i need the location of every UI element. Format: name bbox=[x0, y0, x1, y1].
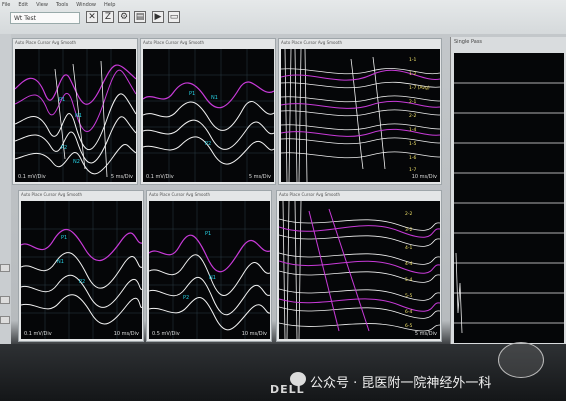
channel-label: 5-5 bbox=[405, 293, 412, 299]
trace-plot[interactable]: P1 N1 P2 0.1 mV/Div 10 ms/Div bbox=[20, 201, 143, 339]
trace-svg: P1 N1 P2 bbox=[148, 201, 271, 339]
channel-label: 1-6 bbox=[409, 155, 416, 161]
left-sidebar bbox=[0, 34, 11, 344]
cursor-label: P2 bbox=[205, 141, 211, 147]
time-scale: 10 ms/Div bbox=[241, 331, 267, 337]
wechat-icon bbox=[290, 372, 306, 386]
settings-icon[interactable]: ⚙ bbox=[118, 11, 130, 23]
time-scale: 5 ms/Div bbox=[248, 174, 271, 180]
panel-title: Auto Place Cursor Avg Smooth bbox=[281, 40, 342, 45]
cursor-label: P1 bbox=[59, 97, 65, 103]
evoked-potential-panel: Auto Place Cursor Avg Smooth P1 N1 P2 N2… bbox=[12, 38, 138, 185]
monitor-photo: File Edit View Tools Window Help Wt Test… bbox=[0, 0, 566, 401]
trace-plot[interactable]: P1 N1 P2 0.5 mV/Div 10 ms/Div bbox=[148, 201, 271, 339]
channel-label: 6-4 bbox=[405, 309, 412, 315]
sidebar-box[interactable] bbox=[0, 264, 10, 272]
channel-label: 2-2 bbox=[405, 211, 412, 217]
panel-title: Auto Place Cursor Avg Smooth bbox=[21, 192, 82, 197]
time-scale: 10 ms/Div bbox=[411, 174, 437, 180]
menu-item[interactable]: Help bbox=[102, 2, 117, 8]
time-scale: 10 ms/Div bbox=[113, 331, 139, 337]
cursor-label: P1 bbox=[61, 235, 67, 241]
channel-label: 1-2 bbox=[409, 71, 416, 77]
evoked-potential-panel: Auto Place Cursor Avg Smooth P1 N1 P2 0.… bbox=[146, 190, 272, 342]
trace-svg: P1 N1 P2 N2 bbox=[14, 49, 137, 182]
channel-label: 4-1 bbox=[405, 245, 412, 251]
trace-plot[interactable]: P1 N1 P2 N2 0.1 mV/Div 5 ms/Div bbox=[14, 49, 137, 182]
trace-svg: 1-1 1-2 1-7 (Avg) 2-1 2-2 1-4 1-5 1-6 1-… bbox=[280, 48, 441, 183]
test-select[interactable]: Wt Test bbox=[10, 12, 80, 24]
menu-item[interactable]: Tools bbox=[54, 2, 70, 8]
panel-title: Auto Place Cursor Avg Smooth bbox=[143, 40, 204, 45]
channel-label: 5-4 bbox=[405, 277, 412, 283]
sidebar-box[interactable] bbox=[0, 296, 10, 304]
amplitude-scale: 0.1 mV/Div bbox=[18, 174, 46, 180]
single-pass-window: Single Pass bbox=[450, 37, 566, 347]
zoom-icon[interactable]: Z bbox=[102, 11, 114, 23]
channel-label: 1-1 bbox=[409, 57, 416, 63]
amplitude-scale: 0.1 mV/Div bbox=[146, 174, 174, 180]
cursor-label: P1 bbox=[205, 231, 211, 237]
menu-item[interactable]: File bbox=[0, 2, 12, 8]
cursor-label: N1 bbox=[57, 259, 64, 265]
multichannel-panel: Auto Place Cursor Avg Smooth bbox=[276, 190, 442, 342]
menu-item[interactable]: Window bbox=[74, 2, 98, 8]
window-title: Single Pass bbox=[454, 39, 483, 45]
trace-svg: P1 N1 P2 bbox=[20, 201, 143, 339]
menu-item[interactable]: View bbox=[34, 2, 50, 8]
cursor-label: P2 bbox=[183, 295, 189, 301]
channel-label: 3-2 bbox=[405, 227, 412, 233]
cursor-label: P2 bbox=[61, 145, 67, 151]
cursor-label: P1 bbox=[189, 91, 195, 97]
channel-label: 1-5 bbox=[409, 141, 416, 147]
channel-label: 1-4 bbox=[409, 127, 416, 133]
multichannel-panel: Auto Place Cursor Avg Smooth bbox=[278, 38, 442, 185]
app-toolbar: File Edit View Tools Window Help Wt Test… bbox=[0, 0, 566, 34]
print-icon[interactable]: ▤ bbox=[134, 11, 146, 23]
channel-label: 6-5 bbox=[405, 323, 412, 329]
amplitude-scale: 0.5 mV/Div bbox=[152, 331, 180, 337]
trace-plot[interactable]: P1 N1 P2 0.1 mV/Div 5 ms/Div bbox=[142, 49, 275, 182]
sidebar-box[interactable] bbox=[0, 316, 10, 324]
cursor-label: N1 bbox=[75, 113, 82, 119]
evoked-potential-panel: Auto Place Cursor Avg Smooth P1 N1 P2 0.… bbox=[18, 190, 144, 342]
trace-plot[interactable]: 1-1 1-2 1-7 (Avg) 2-1 2-2 1-4 1-5 1-6 1-… bbox=[280, 48, 441, 183]
cursor-label: N2 bbox=[73, 159, 80, 165]
trace-svg: 2-2 3-2 4-1 4-4 5-4 5-5 6-4 6-5 bbox=[278, 200, 441, 340]
cursor-label: N1 bbox=[211, 95, 218, 101]
menu-item[interactable]: Edit bbox=[16, 2, 30, 8]
panel-title: Auto Place Cursor Avg Smooth bbox=[279, 192, 340, 197]
watermark-text: 公众号 · 昆医附一院神经外一科 bbox=[310, 376, 492, 391]
trash-icon[interactable]: ✕ bbox=[86, 11, 98, 23]
channel-label: 1-7 (Avg) bbox=[409, 85, 430, 91]
panel-title: Auto Place Cursor Avg Smooth bbox=[15, 40, 76, 45]
panel-title: Auto Place Cursor Avg Smooth bbox=[149, 192, 210, 197]
menu-bar: File Edit View Tools Window Help bbox=[0, 2, 117, 8]
time-scale: 5 ms/Div bbox=[110, 174, 133, 180]
time-scale: 5 ms/Div bbox=[414, 331, 437, 337]
window-icon[interactable]: ▭ bbox=[168, 11, 180, 23]
channel-label: 1-7 bbox=[409, 167, 416, 173]
evoked-potential-panel: Auto Place Cursor Avg Smooth P1 N1 P2 0.… bbox=[140, 38, 276, 185]
play-icon[interactable]: ▶ bbox=[152, 11, 164, 23]
cursor-label: P2 bbox=[79, 279, 85, 285]
cursor-label: N1 bbox=[209, 275, 216, 281]
single-pass-plot[interactable] bbox=[454, 53, 564, 343]
watermark-badge bbox=[498, 342, 544, 378]
trace-svg: P1 N1 P2 bbox=[142, 49, 275, 182]
channel-label: 2-1 bbox=[409, 99, 416, 105]
channel-label: 4-4 bbox=[405, 261, 412, 267]
trace-svg bbox=[454, 82, 564, 334]
trace-plot[interactable]: 2-2 3-2 4-1 4-4 5-4 5-5 6-4 6-5 5 ms/Div bbox=[278, 200, 441, 340]
amplitude-scale: 0.1 mV/Div bbox=[24, 331, 52, 337]
channel-label: 2-2 bbox=[409, 113, 416, 119]
